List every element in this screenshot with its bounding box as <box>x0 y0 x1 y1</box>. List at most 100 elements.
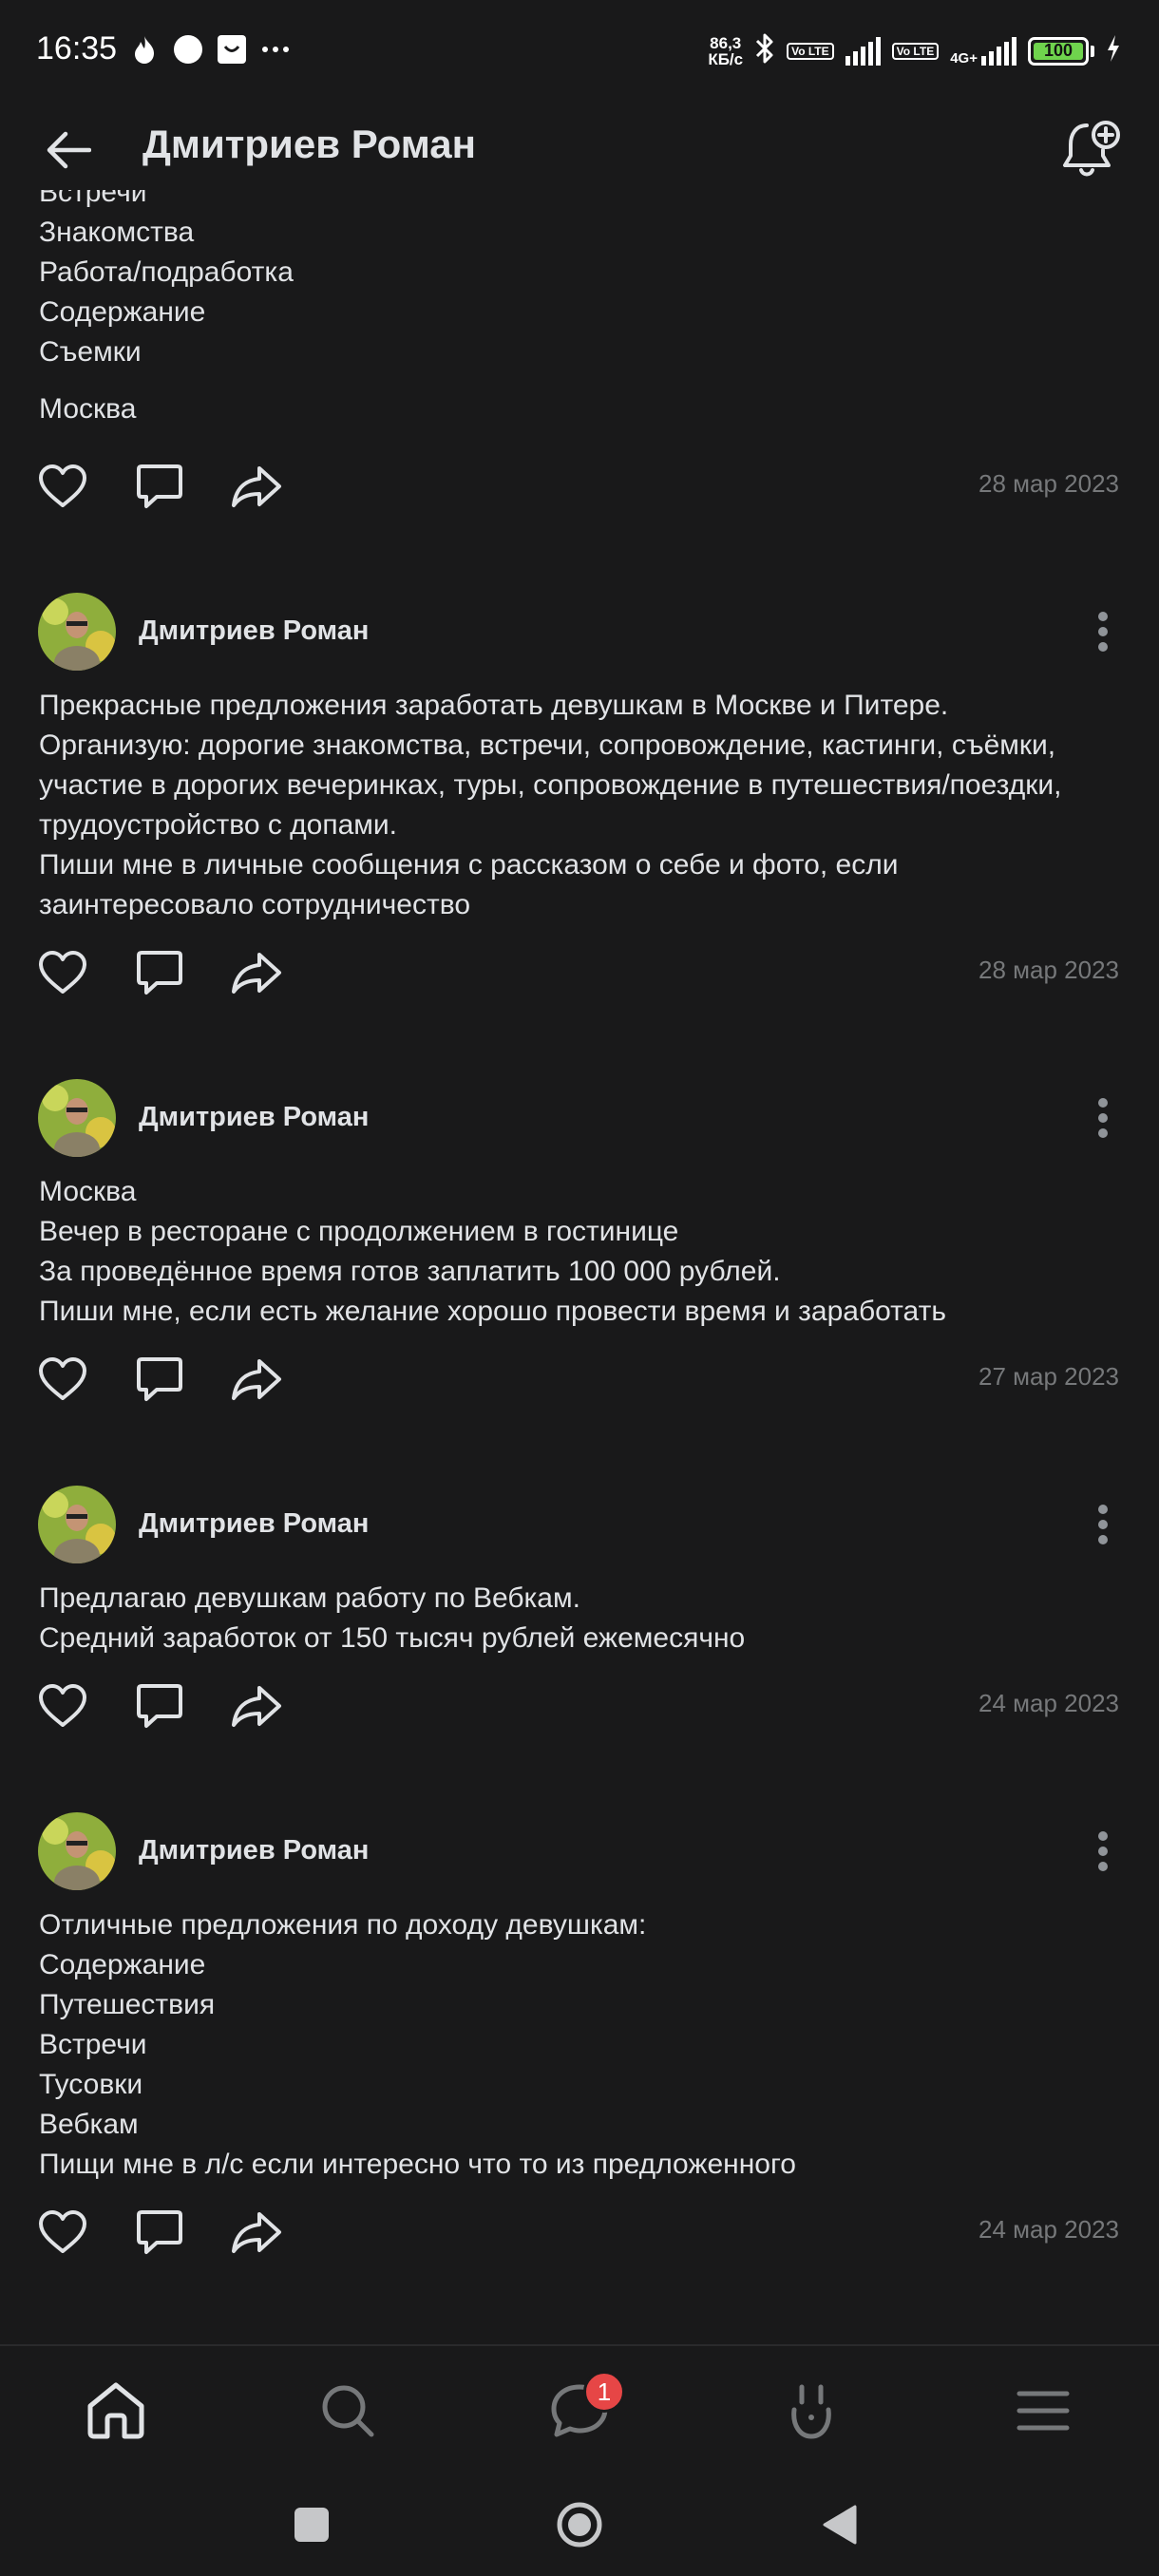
share-arrow-icon <box>232 2212 281 2253</box>
heart-icon <box>39 951 86 994</box>
share-button[interactable] <box>230 460 283 513</box>
more-vertical-icon <box>1098 612 1108 652</box>
post-body: Встречи Знакомства Работа/подработка Сод… <box>39 190 294 368</box>
heart-icon <box>39 1684 86 1727</box>
more-vertical-icon <box>1098 1831 1108 1871</box>
circle-home-icon <box>557 2502 602 2548</box>
post: Дмитриев Роман Предлагаю девушкам работу… <box>0 1468 1159 1795</box>
like-button[interactable] <box>36 946 89 999</box>
back-system-button[interactable] <box>813 2498 866 2551</box>
avatar[interactable] <box>38 1079 116 1157</box>
comment-icon <box>137 2210 182 2254</box>
network-speed-unit: КБ/с <box>708 49 744 68</box>
post-menu-button[interactable] <box>1079 1828 1127 1875</box>
share-arrow-icon <box>232 953 281 994</box>
post-body: Прекрасные предложения заработать девушк… <box>39 690 1062 920</box>
like-button[interactable] <box>36 460 89 513</box>
bell-plus-icon <box>1063 121 1120 177</box>
avatar[interactable] <box>38 593 116 671</box>
network-speed: 86,3 КБ/с <box>708 35 743 67</box>
status-bar: 16:35 86,3 КБ/с Vo LTE Vo LTE 4G+ 100 <box>0 0 1159 104</box>
heart-icon <box>39 464 86 507</box>
comment-button[interactable] <box>133 1679 186 1733</box>
back-button[interactable] <box>42 123 95 177</box>
signal-sim1-icon <box>845 36 881 66</box>
post: Дмитриев Роман Прекрасные предложения за… <box>0 576 1159 1062</box>
battery-tip <box>1091 45 1094 57</box>
post-city: Москва <box>39 393 137 425</box>
search-icon <box>322 2385 374 2437</box>
volte-sim2-badge: Vo LTE <box>891 42 940 60</box>
post-actions: 27 мар 2023 <box>0 1335 1159 1421</box>
post-text: Москва Вечер в ресторане с продолжением … <box>0 1172 1159 1332</box>
feed-scroll-content: Встречи Знакомства Работа/подработка Сод… <box>0 190 1159 2321</box>
subscribe-notifications-button[interactable] <box>1056 116 1125 184</box>
post: Дмитриев Роман Москва Вечер в ресторане … <box>0 1062 1159 1468</box>
heart-icon <box>39 1357 86 1400</box>
more-vertical-icon <box>1098 1505 1108 1544</box>
heart-icon <box>39 2210 86 2253</box>
avatar[interactable] <box>38 1812 116 1890</box>
post-date: 28 мар 2023 <box>978 956 1119 984</box>
more-dots-icon <box>260 34 291 65</box>
post-menu-button[interactable] <box>1079 1501 1127 1548</box>
recents-button[interactable] <box>285 2498 338 2551</box>
post-menu-button[interactable] <box>1079 1094 1127 1142</box>
comment-icon <box>137 1357 182 1401</box>
post-date: 28 мар 2023 <box>978 469 1119 498</box>
post-header: Дмитриев Роман <box>0 1062 1159 1172</box>
like-button[interactable] <box>36 1679 89 1733</box>
signal-sim2-group: 4G+ <box>950 36 1016 66</box>
post-actions: 28 мар 2023 <box>0 929 1159 1014</box>
square-icon <box>294 2508 329 2542</box>
share-arrow-icon <box>232 1686 281 1727</box>
like-button[interactable] <box>36 2206 89 2259</box>
comment-button[interactable] <box>133 946 186 999</box>
home-system-button[interactable] <box>553 2498 606 2551</box>
share-button[interactable] <box>230 1679 283 1733</box>
tab-messages[interactable]: 1 <box>542 2371 625 2449</box>
share-button[interactable] <box>230 946 283 999</box>
smile-box-icon <box>217 34 247 65</box>
post-author[interactable]: Дмитриев Роман <box>139 616 369 647</box>
post-header: Дмитриев Роман <box>0 1468 1159 1579</box>
share-button[interactable] <box>230 2206 283 2259</box>
comment-button[interactable] <box>133 2206 186 2259</box>
post: Дмитриев Роман Отличные предложения по д… <box>0 1795 1159 2321</box>
comment-icon <box>137 951 182 994</box>
avatar[interactable] <box>38 1486 116 1563</box>
tab-search[interactable] <box>310 2373 386 2449</box>
tab-services[interactable] <box>773 2373 849 2449</box>
status-system-icons: 86,3 КБ/с Vo LTE Vo LTE 4G+ 100 <box>708 32 1121 69</box>
share-button[interactable] <box>230 1353 283 1406</box>
post-actions: 24 мар 2023 <box>0 2188 1159 2274</box>
post-author[interactable]: Дмитриев Роман <box>139 1102 369 1133</box>
signal-sim2-icon <box>981 36 1016 66</box>
comment-button[interactable] <box>133 460 186 513</box>
screen: 16:35 86,3 КБ/с Vo LTE Vo LTE 4G+ 100 Дм… <box>0 0 1159 2576</box>
tab-menu[interactable] <box>1005 2373 1081 2449</box>
post-header: Дмитриев Роман <box>0 1795 1159 1905</box>
post-author[interactable]: Дмитриев Роман <box>139 1835 369 1866</box>
post-text: Отличные предложения по доходу девушкам:… <box>0 1905 1159 2185</box>
wall-feed[interactable]: Встречи Знакомства Работа/подработка Сод… <box>0 190 1159 2344</box>
triangle-back-icon <box>823 2505 857 2545</box>
like-button[interactable] <box>36 1353 89 1406</box>
post-body: Предлагаю девушкам работу по Вебкам. Сре… <box>39 1582 746 1654</box>
comment-button[interactable] <box>133 1353 186 1406</box>
bottom-tab-bar: 1 <box>0 2344 1159 2470</box>
app-header: Дмитриев Роман <box>0 104 1159 190</box>
post-date: 27 мар 2023 <box>978 1362 1119 1391</box>
services-icon <box>791 2384 831 2439</box>
arrow-left-icon <box>47 131 91 169</box>
post-date: 24 мар 2023 <box>978 1689 1119 1717</box>
post-author[interactable]: Дмитриев Роман <box>139 1508 369 1540</box>
flame-icon <box>129 34 160 65</box>
bluetooth-icon <box>754 32 775 69</box>
post-header: Дмитриев Роман <box>0 576 1159 686</box>
system-navigation-bar <box>0 2470 1159 2576</box>
tab-home[interactable] <box>78 2373 154 2449</box>
post-menu-button[interactable] <box>1079 608 1127 655</box>
post-date: 24 мар 2023 <box>978 2215 1119 2244</box>
post-partial: Встречи Знакомства Работа/подработка Сод… <box>0 190 1159 576</box>
